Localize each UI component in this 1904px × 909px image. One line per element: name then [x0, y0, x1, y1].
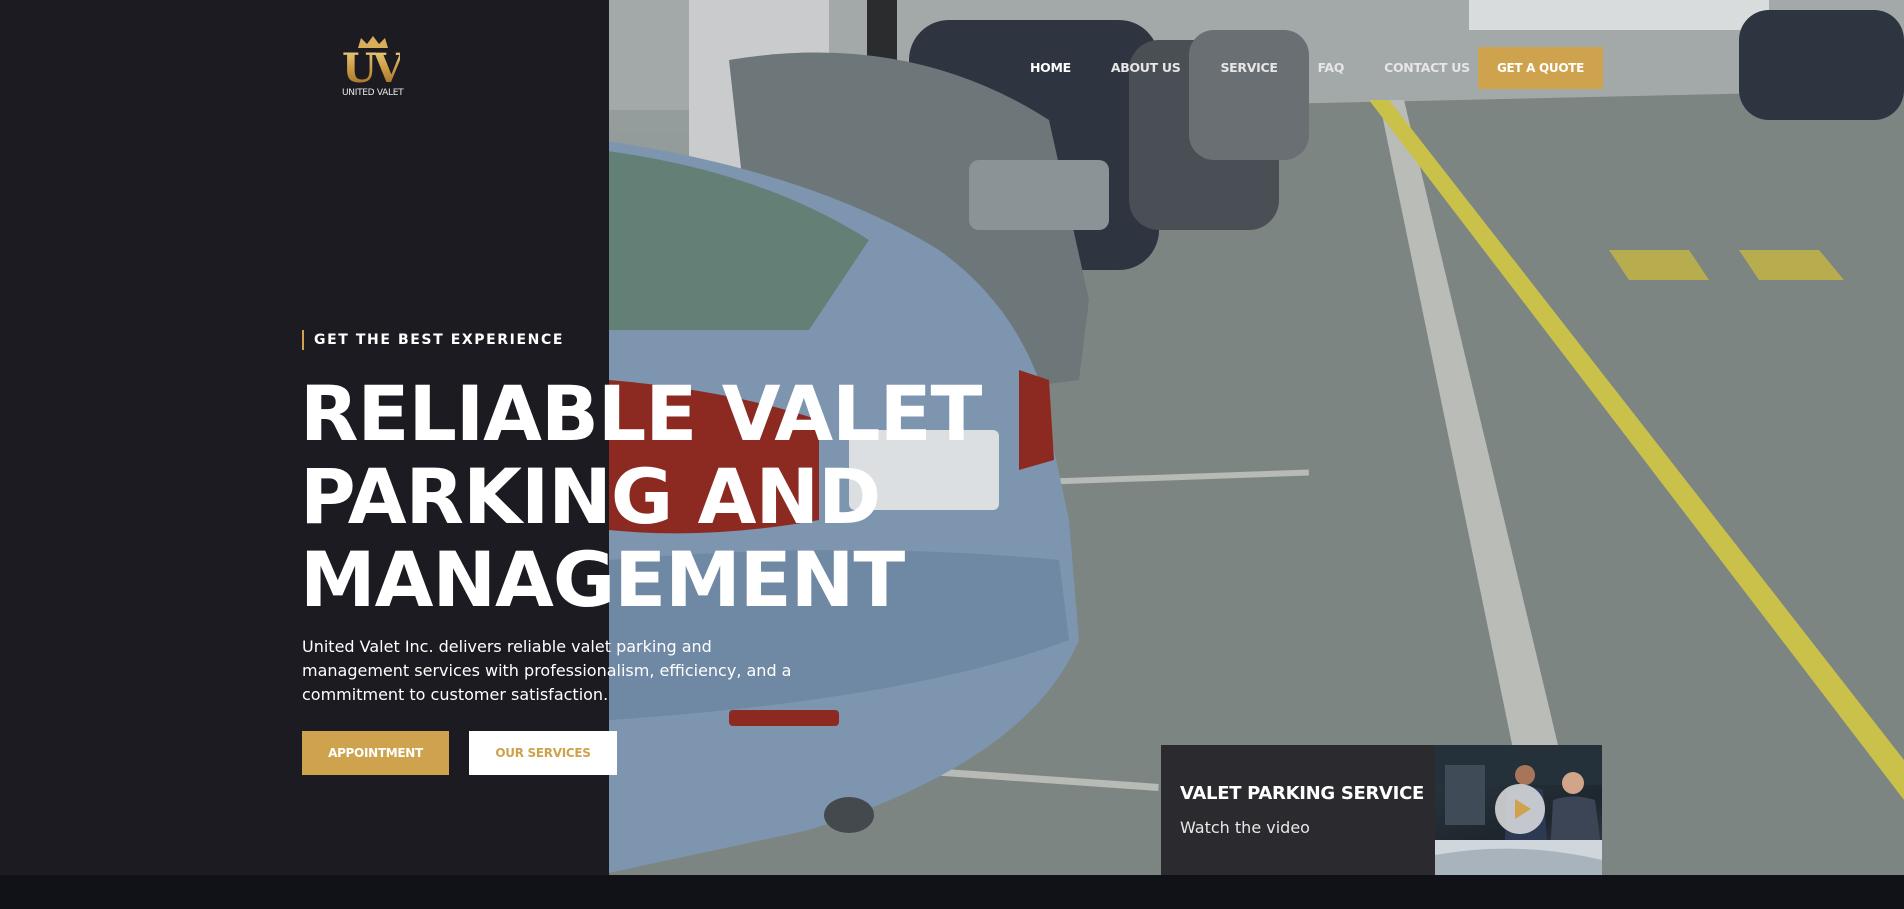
- logo-monogram: UV: [342, 45, 404, 92]
- video-thumbnail[interactable]: [1435, 745, 1602, 875]
- main-nav: HOME ABOUT US SERVICE FAQ CONTACT US: [1030, 47, 1510, 89]
- our-services-button[interactable]: OUR SERVICES: [469, 731, 617, 775]
- appointment-button[interactable]: APPOINTMENT: [302, 731, 449, 775]
- play-button[interactable]: [1495, 784, 1545, 834]
- hero-headline: RELIABLE VALET PARKING AND MANAGEMENT: [300, 372, 1000, 621]
- nav-item-service[interactable]: SERVICE: [1220, 47, 1277, 89]
- headline-line-2: PARKING AND: [300, 452, 881, 541]
- hero-eyebrow: GET THE BEST EXPERIENCE: [302, 330, 564, 350]
- nav-item-about-us[interactable]: ABOUT US: [1111, 47, 1181, 89]
- site-logo[interactable]: UV UNITED VALET: [340, 36, 406, 102]
- play-icon: [1514, 799, 1531, 819]
- nav-item-contact-us[interactable]: CONTACT US: [1384, 47, 1470, 89]
- video-card[interactable]: VALET PARKING SERVICE Watch the video: [1161, 745, 1602, 875]
- next-section-edge: [0, 875, 1904, 909]
- headline-line-3: MANAGEMENT: [300, 535, 905, 624]
- headline-line-1: RELIABLE VALET: [300, 369, 982, 458]
- hero-description: United Valet Inc. delivers reliable vale…: [302, 637, 792, 704]
- logo-text: UNITED VALET: [342, 88, 404, 98]
- nav-item-faq[interactable]: FAQ: [1318, 47, 1345, 89]
- nav-item-home[interactable]: HOME: [1030, 47, 1071, 89]
- video-card-subtitle: Watch the video: [1180, 818, 1310, 837]
- get-a-quote-button[interactable]: GET A QUOTE: [1478, 47, 1603, 89]
- video-card-title: VALET PARKING SERVICE: [1180, 783, 1424, 804]
